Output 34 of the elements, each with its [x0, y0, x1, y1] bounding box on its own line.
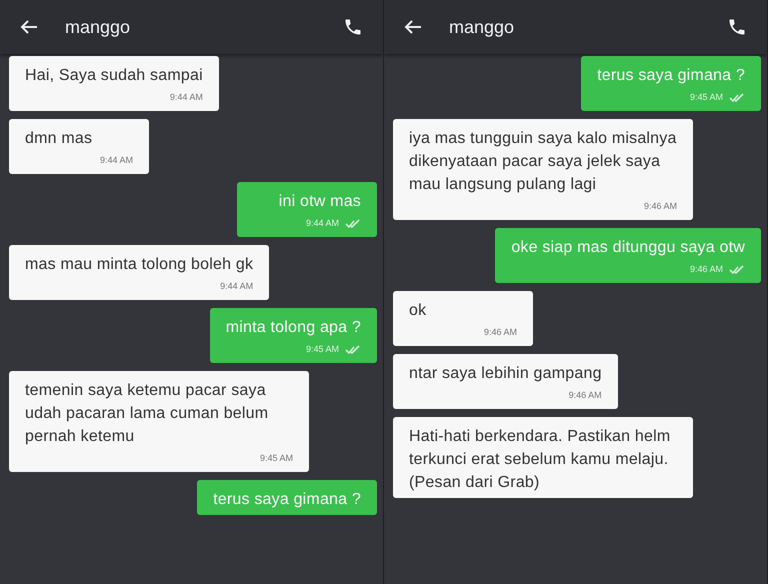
message-text: dmn mas	[25, 129, 92, 149]
phone-icon[interactable]	[727, 17, 747, 37]
message-time: 9:46 AM	[568, 389, 602, 402]
message-text: ok	[409, 301, 426, 321]
message-text: temenin saya ketemu pacar saya udah pacaran lama cuman belum pernah ketemu	[25, 381, 270, 447]
message-time: 9:44 AM	[306, 217, 339, 230]
phone-icon[interactable]	[343, 17, 363, 37]
message-text: ini otw mas	[278, 192, 361, 212]
message-text: minta tolong apa ?	[226, 318, 361, 338]
message-text: Hai, Saya sudah sampai	[25, 66, 203, 86]
message-time: 9:45 AM	[260, 452, 293, 466]
back-arrow-icon[interactable]	[20, 19, 38, 35]
message-text: terus saya gimana ?	[597, 66, 745, 86]
message-text: Hati-hati berkendara. Pastikan helm terkunci erat sebelum kamu melaju. (Pesan dari Grab)	[409, 427, 672, 493]
message-time: 9:44 AM	[220, 280, 254, 294]
message-text: mas mau minta tolong boleh gk	[25, 255, 254, 275]
chat-title: manggo	[65, 16, 130, 39]
message-time: 9:46 AM	[484, 326, 517, 340]
double-check-icon	[729, 93, 745, 103]
double-check-icon	[729, 265, 745, 275]
message-text: terus saya gimana ?	[213, 490, 361, 510]
message-time: 9:46 AM	[690, 263, 723, 276]
double-check-icon	[345, 219, 361, 229]
message-time: 9:45 AM	[306, 343, 339, 356]
message-text: ntar saya lebihin gampang	[409, 364, 602, 384]
message-text: oke siap mas ditunggu saya otw	[511, 238, 745, 258]
double-check-icon	[345, 345, 361, 355]
message-time: 9:44 AM	[100, 154, 133, 168]
chat-title: manggo	[449, 16, 514, 39]
back-arrow-icon[interactable]	[404, 19, 422, 35]
message-text: iya mas tungguin saya kalo misalnya dikenyataan pacar saya jelek saya mau langsung pulang lagi	[409, 129, 677, 195]
message-time: 9:44 AM	[170, 91, 203, 104]
message-time: 9:46 AM	[644, 200, 677, 214]
message-time: 9:45 AM	[690, 91, 723, 104]
